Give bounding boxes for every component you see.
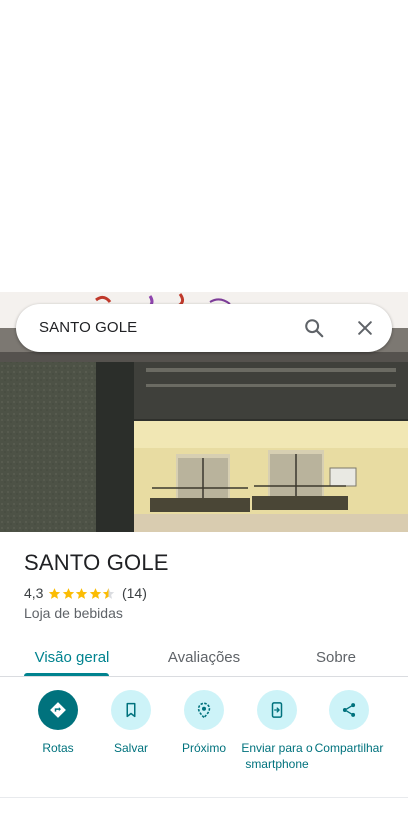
share-icon bbox=[342, 703, 356, 717]
action-buttons: Rotas Salvar Próximo Enviar para o smart… bbox=[0, 690, 408, 798]
send-to-phone-button-circle[interactable] bbox=[257, 690, 297, 730]
send-to-phone-icon bbox=[271, 702, 283, 718]
search-input[interactable]: SANTO GOLE bbox=[39, 319, 137, 336]
tab-selected-indicator bbox=[24, 673, 109, 676]
close-button[interactable] bbox=[352, 315, 378, 341]
star-rating bbox=[48, 587, 116, 600]
rating-row[interactable]: 4,3 (14) bbox=[24, 584, 147, 602]
nearby-label: Próximo bbox=[181, 741, 226, 755]
save-label: Salvar bbox=[113, 741, 148, 755]
tab-reviews[interactable]: Avaliações bbox=[156, 638, 252, 676]
place-name: SANTO GOLE bbox=[24, 550, 169, 575]
map-blank-area bbox=[0, 0, 408, 292]
rating-value: 4,3 bbox=[24, 585, 44, 601]
save-button[interactable]: Salvar bbox=[94, 690, 168, 756]
bookmark-icon bbox=[126, 702, 136, 718]
share-button[interactable]: Compartilhar bbox=[312, 690, 386, 756]
directions-label: Rotas bbox=[42, 741, 74, 755]
review-count[interactable]: (14) bbox=[122, 585, 147, 601]
nearby-button[interactable]: Próximo bbox=[167, 690, 241, 756]
directions-icon bbox=[50, 702, 66, 718]
save-button-circle[interactable] bbox=[111, 690, 151, 730]
star-half-icon bbox=[103, 587, 115, 599]
star-full-icon bbox=[62, 587, 75, 599]
star-full-icon bbox=[49, 587, 61, 599]
tab-bar: Visão geral Avaliações Sobre bbox=[0, 638, 408, 677]
directions-button-circle[interactable] bbox=[38, 690, 78, 730]
place-category: Loja de bebidas bbox=[24, 605, 123, 621]
section-divider bbox=[0, 797, 408, 798]
share-label: Compartilhar bbox=[314, 741, 384, 755]
search-button[interactable] bbox=[301, 315, 327, 341]
tab-about[interactable]: Sobre bbox=[300, 638, 372, 676]
search-bar[interactable]: SANTO GOLE bbox=[16, 304, 392, 352]
nearby-button-circle[interactable] bbox=[184, 690, 224, 730]
send-to-phone-button[interactable]: Enviar para o smartphone bbox=[240, 690, 314, 772]
send-to-phone-label: Enviar para o smartphone bbox=[241, 741, 313, 771]
star-full-icon bbox=[89, 587, 102, 599]
close-icon bbox=[358, 321, 372, 335]
star-full-icon bbox=[76, 587, 88, 599]
share-button-circle[interactable] bbox=[329, 690, 369, 730]
nearby-icon bbox=[197, 702, 211, 719]
search-icon bbox=[305, 319, 324, 338]
tab-overview[interactable]: Visão geral bbox=[24, 638, 120, 676]
directions-button[interactable]: Rotas bbox=[21, 690, 95, 756]
